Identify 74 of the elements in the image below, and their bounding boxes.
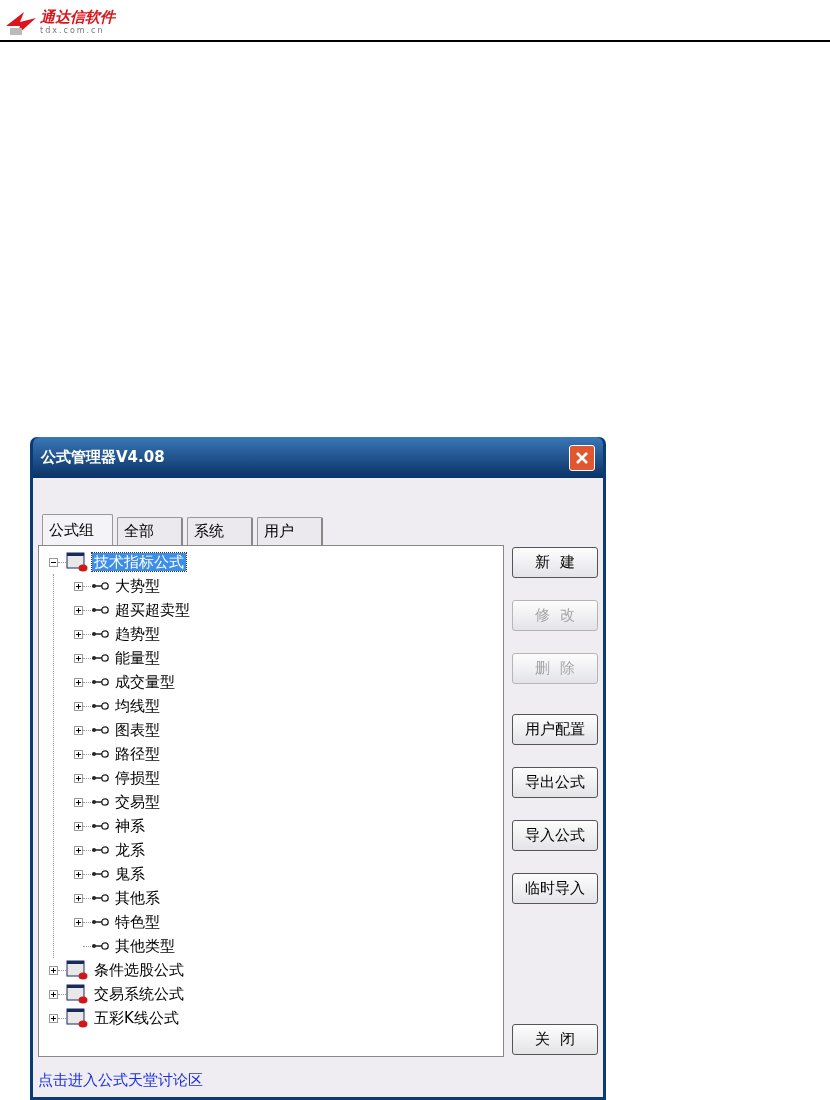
key-icon [91, 653, 109, 663]
window-icon [66, 984, 88, 1004]
expand-icon[interactable] [74, 773, 83, 783]
expand-icon[interactable] [74, 797, 83, 807]
tree-item[interactable]: 交易型 [113, 793, 162, 811]
key-icon [91, 605, 109, 615]
tree-item[interactable]: 均线型 [113, 697, 162, 715]
close-button[interactable] [569, 444, 595, 471]
forum-link[interactable]: 点击进入公式天堂讨论区 [38, 1069, 504, 1092]
action-button[interactable]: 临时导入 [512, 873, 598, 904]
key-icon [91, 749, 109, 759]
tree-item[interactable]: 龙系 [113, 841, 147, 859]
logo-url: tdx.com.cn [40, 26, 106, 36]
tree-item[interactable]: 成交量型 [113, 673, 177, 691]
tree-item[interactable]: 图表型 [113, 721, 162, 739]
tab[interactable]: 公式组 [42, 514, 113, 545]
expand-icon[interactable] [74, 845, 83, 855]
expand-icon[interactable] [74, 701, 83, 711]
key-icon [91, 893, 109, 903]
tree-item[interactable]: 能量型 [113, 649, 162, 667]
key-icon [91, 941, 109, 951]
key-icon [91, 917, 109, 927]
action-button[interactable]: 用户配置 [512, 714, 598, 745]
expand-icon[interactable] [74, 677, 83, 687]
close-icon [575, 450, 589, 465]
expand-icon[interactable] [74, 653, 83, 663]
window-icon [66, 960, 88, 980]
tree-item[interactable]: 五彩K线公式 [92, 1009, 181, 1027]
expand-icon[interactable] [74, 749, 83, 759]
expand-icon[interactable] [74, 893, 83, 903]
tree-item[interactable]: 鬼系 [113, 865, 147, 883]
expand-icon[interactable] [74, 629, 83, 639]
key-icon [91, 773, 109, 783]
collapse-icon[interactable] [49, 557, 58, 567]
expand-icon[interactable] [49, 989, 58, 999]
tree-item[interactable]: 趋势型 [113, 625, 162, 643]
tree-item[interactable]: 大势型 [113, 577, 162, 595]
action-button[interactable]: 导出公式 [512, 767, 598, 798]
key-icon [91, 677, 109, 687]
expand-icon[interactable] [49, 965, 58, 975]
action-button[interactable]: 关 闭 [512, 1024, 598, 1055]
expand-icon[interactable] [74, 725, 83, 735]
key-icon [91, 581, 109, 591]
window-icon [66, 552, 88, 572]
key-icon [91, 629, 109, 639]
expand-icon[interactable] [49, 1013, 58, 1023]
action-button[interactable]: 导入公式 [512, 820, 598, 851]
logo-title: 通达信软件 [40, 9, 115, 26]
window-title: 公式管理器V4.08 [41, 447, 165, 469]
key-icon [91, 701, 109, 711]
tree-item[interactable]: 路径型 [113, 745, 162, 763]
expand-icon[interactable] [74, 869, 83, 879]
action-button[interactable]: 新 建 [512, 547, 598, 578]
expand-icon[interactable] [74, 581, 83, 591]
tree-item[interactable]: 特色型 [113, 913, 162, 931]
tree-item[interactable]: 神系 [113, 817, 147, 835]
key-icon [91, 725, 109, 735]
key-icon [91, 845, 109, 855]
key-icon [91, 869, 109, 879]
tree-item[interactable]: 停损型 [113, 769, 162, 787]
tree-item[interactable]: 超买超卖型 [113, 601, 192, 619]
tree-item[interactable]: 条件选股公式 [92, 961, 186, 979]
tab[interactable]: 全部 [117, 517, 183, 545]
key-icon [91, 797, 109, 807]
tree-item[interactable]: 其他类型 [113, 937, 177, 955]
expand-icon[interactable] [74, 917, 83, 927]
expand-icon[interactable] [74, 821, 83, 831]
expand-icon[interactable] [74, 605, 83, 615]
tab[interactable]: 系统 [187, 517, 253, 545]
key-icon [91, 821, 109, 831]
tab[interactable]: 用户 [257, 517, 323, 545]
window-icon [66, 1008, 88, 1028]
tree-item[interactable]: 其他系 [113, 889, 162, 907]
tree-item[interactable]: 交易系统公式 [92, 985, 186, 1003]
